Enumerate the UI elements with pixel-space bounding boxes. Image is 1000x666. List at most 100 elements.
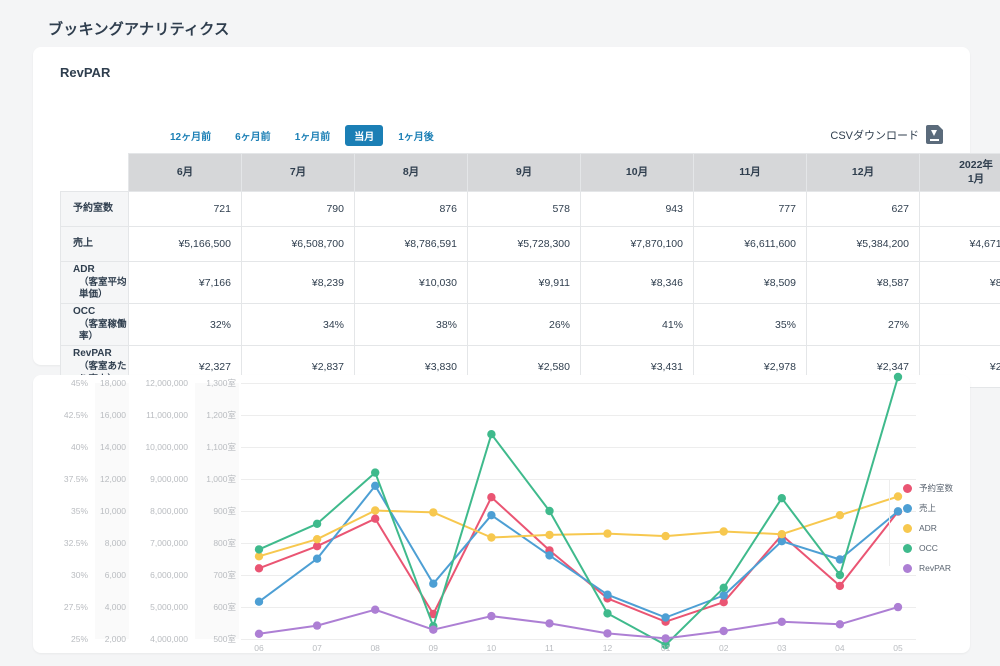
data-point[interactable] [545,531,553,539]
table-row: OCC（客室稼働率）32%34%38%26%41%35%27%24%29%36%… [61,304,1000,346]
y-axis-tick: 11,000,000 [146,410,188,420]
legend-color-dot [903,524,912,533]
data-point[interactable] [836,511,844,519]
data-point[interactable] [778,618,786,626]
legend-item-売上[interactable]: 売上 [903,498,953,518]
period-tab-0[interactable]: 12ヶ月前 [161,125,220,146]
data-point[interactable] [429,508,437,516]
data-point[interactable] [371,506,379,514]
data-point[interactable] [661,634,669,642]
table-row: ADR（客室平均単価）¥7,166¥8,239¥10,030¥9,911¥8,3… [61,262,1000,304]
row-label-main: 予約室数 [73,203,113,214]
data-point[interactable] [371,468,379,476]
legend-label: 予約室数 [919,482,953,494]
table-cell: 27% [807,304,920,346]
data-point[interactable] [371,606,379,614]
gridline [241,639,916,640]
data-point[interactable] [487,533,495,541]
data-point[interactable] [371,515,379,523]
data-point[interactable] [487,511,495,519]
y-axis-tick: 12,000 [100,474,126,484]
data-point[interactable] [894,603,902,611]
data-point[interactable] [778,530,786,538]
y-axis-tick: 1,100室 [206,441,236,453]
data-point[interactable] [603,591,611,599]
metrics-chart-card: 45%42.5%40%37.5%35%32.5%30%27.5%25%18,00… [33,375,970,653]
table-cell: ¥6,611,600 [694,227,807,262]
y-axis-tick: 800室 [213,537,236,549]
revpar-table: 6月7月8月9月10月11月12月2022年1月2月3月4月5月 予約室数721… [60,153,1000,388]
y-axis-tick: 4,000,000 [150,634,188,644]
data-point[interactable] [313,535,321,543]
data-point[interactable] [661,532,669,540]
table-cell: ¥7,870,100 [581,227,694,262]
page-title: ブッキングアナリティクス [48,18,230,39]
data-point[interactable] [487,430,495,438]
data-point[interactable] [545,619,553,627]
table-cell: ¥8,432 [920,262,1000,304]
legend-item-予約室数[interactable]: 予約室数 [903,478,953,498]
table-column-header: 10月 [581,154,694,192]
table-cell: ¥5,384,200 [807,227,920,262]
table-cell: 554 [920,192,1000,227]
y-axis-1: 18,00016,00014,00012,00010,0008,0006,000… [95,383,129,639]
data-point[interactable] [545,507,553,515]
y-axis-tick: 16,000 [100,410,126,420]
y-axis-tick: 1,200室 [206,409,236,421]
legend-color-dot [903,544,912,553]
legend-item-RevPAR[interactable]: RevPAR [903,558,953,578]
table-cell: 41% [581,304,694,346]
table-row-label: 売上 [61,227,129,262]
data-point[interactable] [255,545,263,553]
csv-download-button[interactable]: CSVダウンロード [830,125,943,144]
data-point[interactable] [429,580,437,588]
data-point[interactable] [894,492,902,500]
y-axis-tick: 1,000室 [206,473,236,485]
legend-item-OCC[interactable]: OCC [903,538,953,558]
table-row-label: ADR（客室平均単価） [61,262,129,304]
y-axis-tick: 6,000,000 [150,570,188,580]
data-point[interactable] [313,621,321,629]
table-cell: 35% [694,304,807,346]
data-point[interactable] [603,609,611,617]
data-point[interactable] [487,493,495,501]
data-point[interactable] [429,626,437,634]
data-point[interactable] [313,555,321,563]
data-point[interactable] [836,620,844,628]
y-axis-tick: 8,000 [105,538,126,548]
data-point[interactable] [720,627,728,635]
x-axis-labels: 060708091011120102030405 [241,643,916,657]
table-cell: 32% [129,304,242,346]
data-point[interactable] [255,598,263,606]
data-point[interactable] [836,582,844,590]
period-tab-2[interactable]: 1ヶ月前 [286,125,340,146]
data-point[interactable] [255,564,263,572]
data-point[interactable] [661,613,669,621]
data-point[interactable] [720,527,728,535]
period-tab-1[interactable]: 6ヶ月前 [226,125,280,146]
period-tab-4[interactable]: 1ヶ月後 [389,125,443,146]
period-tab-3[interactable]: 当月 [345,125,383,146]
data-point[interactable] [894,507,902,515]
data-point[interactable] [836,571,844,579]
data-point[interactable] [255,630,263,638]
row-label-sub: （客室稼働率） [73,319,127,345]
data-point[interactable] [720,591,728,599]
x-axis-label: 08 [370,643,379,653]
booking-analytics-page: ブッキングアナリティクス RevPAR 12ヶ月前6ヶ月前1ヶ月前当月1ヶ月後 … [0,0,1000,666]
legend-label: OCC [919,543,938,553]
data-point[interactable] [487,612,495,620]
data-point[interactable] [720,584,728,592]
series-line-RevPAR [259,607,898,638]
data-point[interactable] [603,529,611,537]
data-point[interactable] [778,494,786,502]
table-cell: 578 [468,192,581,227]
data-point[interactable] [313,520,321,528]
data-point[interactable] [894,373,902,381]
y-axis-tick: 9,000,000 [150,474,188,484]
y-axis-tick: 1,300室 [206,377,236,389]
table-cell: ¥8,587 [807,262,920,304]
data-point[interactable] [545,551,553,559]
data-point[interactable] [603,629,611,637]
legend-item-ADR[interactable]: ADR [903,518,953,538]
